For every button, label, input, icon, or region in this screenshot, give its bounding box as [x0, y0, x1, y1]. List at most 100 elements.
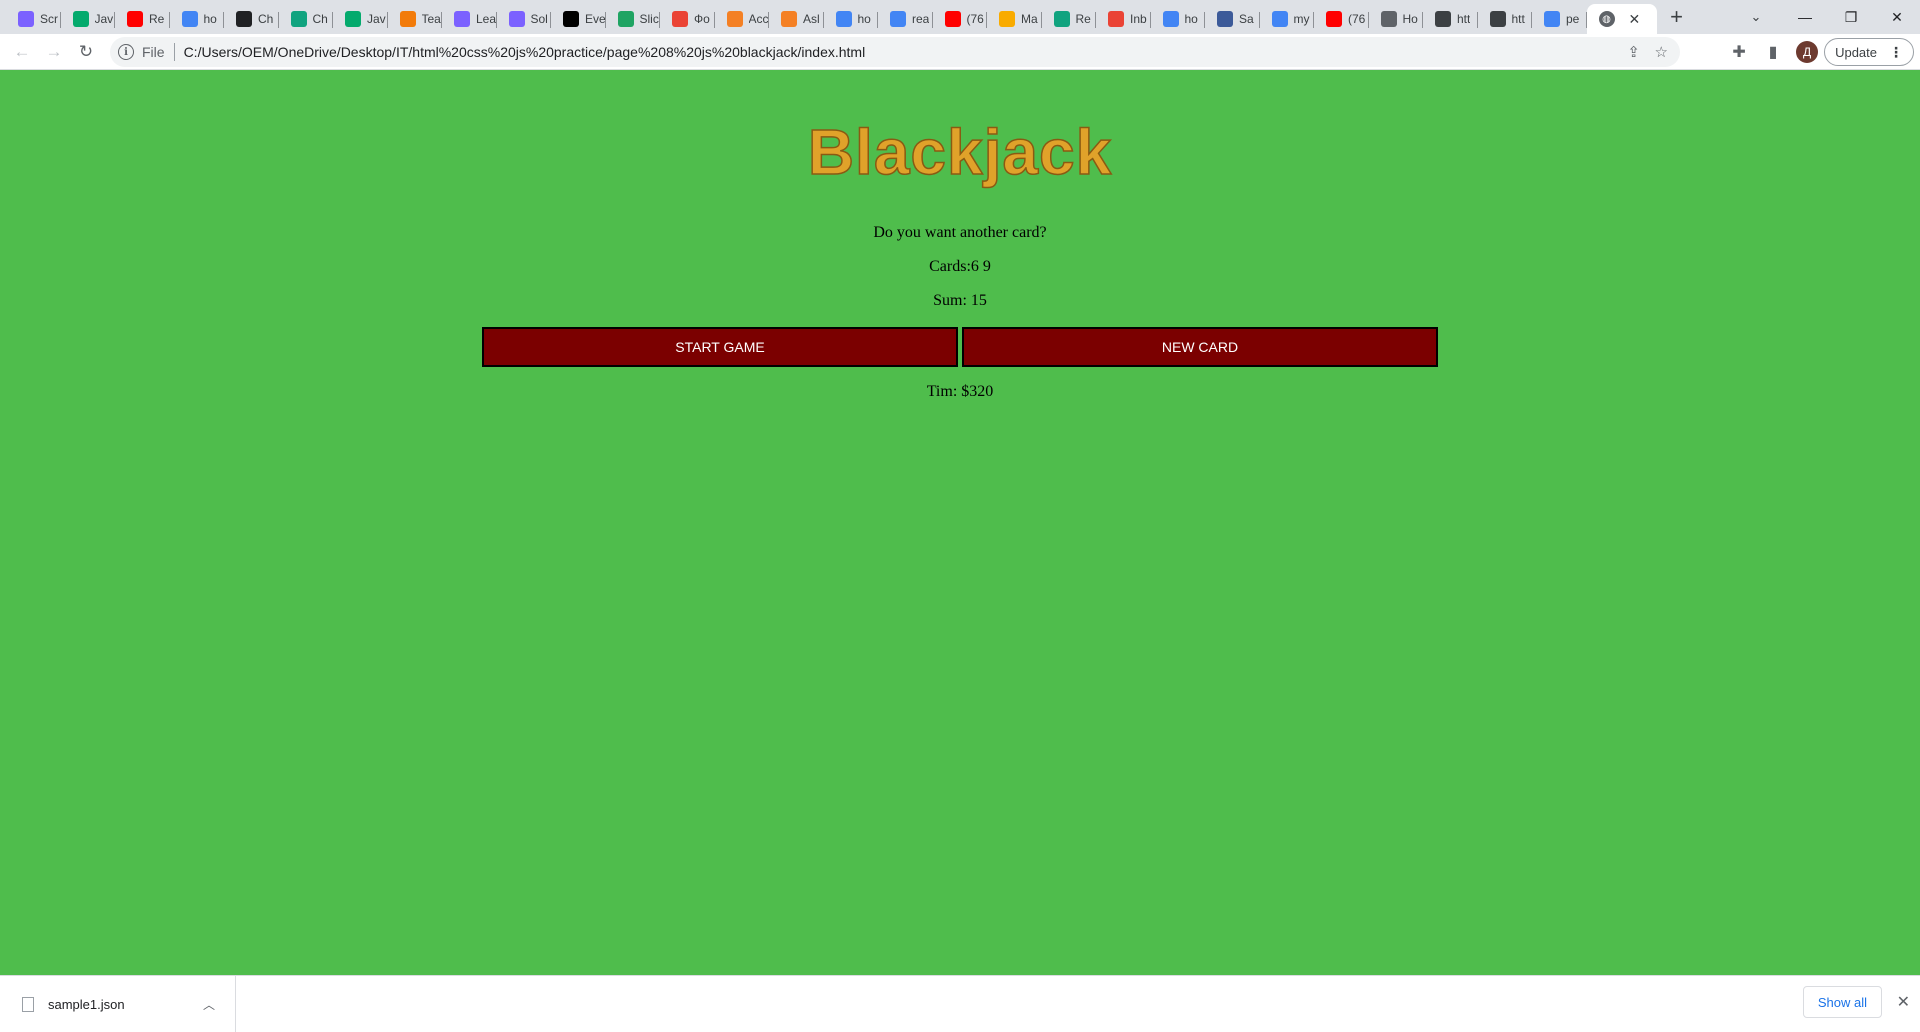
bolt-icon: [999, 11, 1015, 27]
tab-title: Sol: [530, 12, 548, 26]
tab[interactable]: Sa: [1205, 4, 1260, 34]
tab[interactable]: ho: [824, 4, 879, 34]
tab-title: ho: [203, 12, 217, 26]
tab[interactable]: Slic: [606, 4, 661, 34]
tab-title: Re: [149, 12, 165, 26]
google-icon: [181, 11, 198, 27]
download-file-name: sample1.json: [48, 996, 125, 1012]
close-window-button[interactable]: ✕: [1874, 0, 1920, 34]
side-panel-icon[interactable]: ▮: [1756, 36, 1790, 68]
tab-title: Asl: [803, 12, 820, 26]
file-icon: [22, 996, 34, 1012]
tab[interactable]: Ch: [279, 4, 334, 34]
minimize-button[interactable]: —: [1782, 0, 1828, 34]
tab[interactable]: Inb: [1096, 4, 1151, 34]
update-button[interactable]: Update ⋮: [1824, 38, 1914, 66]
sum-text: Sum: 15: [933, 292, 987, 309]
google-icon: [1544, 11, 1560, 27]
share-icon[interactable]: ⇪: [1627, 43, 1640, 61]
page-title: Blackjack: [807, 115, 1113, 189]
tab[interactable]: Sol: [497, 4, 552, 34]
tab[interactable]: Jav: [61, 4, 116, 34]
tab-title: htt: [1457, 12, 1471, 26]
back-button[interactable]: ←: [6, 36, 38, 68]
tab[interactable]: Ma: [987, 4, 1042, 34]
start-game-button[interactable]: START GAME: [482, 327, 958, 367]
tab[interactable]: Фо: [660, 4, 715, 34]
window-controls: — ❐ ✕: [1782, 0, 1920, 34]
tab-title: htt: [1511, 12, 1525, 26]
address-divider: [173, 43, 175, 61]
tab[interactable]: htt: [1478, 4, 1533, 34]
google-icon: [1271, 11, 1288, 27]
stackoverflow-icon: [781, 11, 797, 27]
tab[interactable]: Eve: [551, 4, 606, 34]
tab[interactable]: Scr: [6, 4, 61, 34]
robot-icon: [1489, 11, 1506, 27]
info-icon[interactable]: i: [118, 44, 134, 60]
tab-title: ho: [1184, 12, 1198, 26]
new-tab-button[interactable]: +: [1663, 3, 1691, 31]
tab-title: Ch: [312, 12, 328, 26]
tab[interactable]: htt: [1423, 4, 1478, 34]
tab-title: Ho: [1402, 12, 1418, 26]
tab[interactable]: Tea: [388, 4, 443, 34]
bookmark-star-icon[interactable]: ☆: [1655, 43, 1668, 61]
tab[interactable]: pe: [1532, 4, 1587, 34]
update-label: Update: [1835, 44, 1877, 60]
tab[interactable]: Jav: [333, 4, 388, 34]
chevron-up-icon[interactable]: ︿: [203, 996, 215, 1013]
tab-title: Sa: [1239, 12, 1254, 26]
tab-search-icon[interactable]: ⌄: [1742, 4, 1770, 30]
show-all-button[interactable]: Show all: [1802, 986, 1882, 1018]
tab[interactable]: Acc: [715, 4, 770, 34]
tab[interactable]: rea: [878, 4, 933, 34]
tab[interactable]: Asl: [769, 4, 824, 34]
w3schools-icon: [72, 11, 89, 27]
tab-title: Ma: [1021, 12, 1038, 26]
address-bar[interactable]: i File C:/Users/OEM/OneDrive/Desktop/IT/…: [110, 37, 1680, 67]
line-icon: [508, 11, 525, 27]
reload-button[interactable]: ↻: [70, 36, 102, 68]
tab[interactable]: Re: [1042, 4, 1097, 34]
url-text[interactable]: C:/Users/OEM/OneDrive/Desktop/IT/html%20…: [184, 44, 866, 60]
tab-title: (76: [1348, 12, 1366, 26]
avatar[interactable]: Д: [1796, 41, 1819, 63]
tab-active[interactable]: ◍ ✕: [1586, 4, 1657, 34]
medium-icon: [563, 11, 579, 27]
tab-title: ho: [857, 12, 871, 26]
tab[interactable]: ho: [170, 4, 225, 34]
tab-title: Re: [1075, 12, 1091, 26]
tab[interactable]: my: [1260, 4, 1315, 34]
tab-strip: Scr Jav Re ho Ch Ch Jav Tea Lea Sol Eve Slic Фо Acc As…: [0, 0, 1920, 34]
tab[interactable]: (76: [933, 4, 988, 34]
youtube-icon: [944, 11, 961, 27]
w3schools-icon: [345, 11, 361, 27]
globe-icon: ◍: [1598, 11, 1615, 27]
forward-button[interactable]: →: [38, 36, 70, 68]
close-downloads-icon[interactable]: ✕: [1897, 992, 1910, 1012]
new-card-button[interactable]: NEW CARD: [962, 327, 1438, 367]
tab-title: Acc: [748, 12, 769, 26]
tab[interactable]: Lea: [442, 4, 497, 34]
tab[interactable]: Ch: [224, 4, 279, 34]
drive-icon: [617, 11, 634, 27]
tab-title: (76: [966, 12, 984, 26]
tab[interactable]: Re: [115, 4, 170, 34]
download-item[interactable]: sample1.json ︿: [0, 976, 236, 1032]
close-tab-icon[interactable]: ✕: [1629, 11, 1641, 28]
leaf-icon: [1380, 11, 1397, 27]
extensions-icon[interactable]: ✚: [1722, 36, 1756, 68]
stackoverflow-icon: [726, 11, 743, 27]
tab[interactable]: ho: [1151, 4, 1206, 34]
tab-title: Jav: [367, 12, 386, 26]
tab[interactable]: Ho: [1369, 4, 1424, 34]
badge-icon: [1217, 11, 1233, 27]
menu-dots-icon: ⋮: [1889, 43, 1903, 60]
tab-title: Lea: [476, 12, 497, 26]
tab-title: pe: [1566, 12, 1580, 26]
robot-icon: [1435, 11, 1451, 27]
tab[interactable]: (76: [1314, 4, 1369, 34]
line-icon: [454, 11, 470, 27]
restore-button[interactable]: ❐: [1828, 0, 1874, 34]
